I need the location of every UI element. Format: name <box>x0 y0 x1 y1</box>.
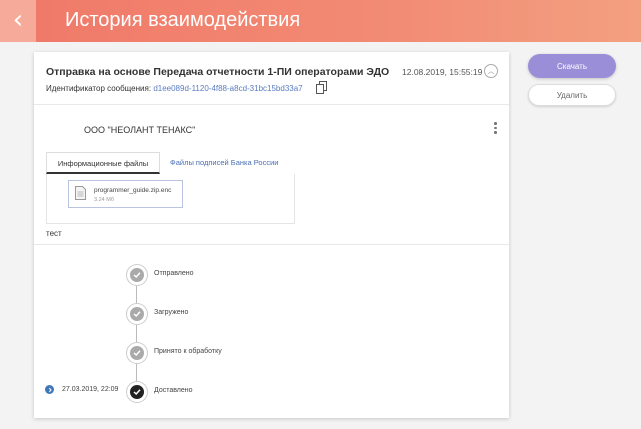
chevron-up-icon: ︿ <box>487 67 495 75</box>
file-size: 3.24 Мб <box>94 197 114 203</box>
timeline-line <box>136 274 137 392</box>
check-icon <box>127 265 147 285</box>
chevron-right-icon[interactable] <box>45 385 54 394</box>
more-options-icon[interactable] <box>494 122 498 136</box>
tab-info-files[interactable]: Информационные файлы <box>46 152 160 174</box>
message-card: Отправка на основе Передача отчетности 1… <box>34 52 509 418</box>
timeline-label: Отправлено <box>154 270 194 277</box>
back-button[interactable]: ‹ <box>0 0 36 42</box>
organization-name: ООО "НЕОЛАНТ ТЕНАКС" <box>84 125 196 135</box>
message-note: тест <box>46 229 62 238</box>
timeline-label: Принято к обработку <box>154 348 222 355</box>
copy-icon[interactable] <box>316 81 328 94</box>
file-card[interactable]: programmer_guide.zip.enc 3.24 Мб <box>68 180 183 208</box>
tab-panel: programmer_guide.zip.enc 3.24 Мб <box>46 174 295 224</box>
file-name: programmer_guide.zip.enc <box>94 187 172 194</box>
download-button[interactable]: Скачать <box>528 54 616 78</box>
timeline-step-delivered <box>127 382 147 402</box>
timeline-label: Загружено <box>154 309 189 316</box>
timeline-step-sent <box>127 265 147 285</box>
timeline-label: Доставлено <box>154 387 193 394</box>
timeline-date: 27.03.2019, 22:09 <box>62 386 119 393</box>
delete-button[interactable]: Удалить <box>528 84 616 106</box>
message-id: Идентификатор сообщения: d1ee089d-1120-4… <box>46 84 303 93</box>
header-bar: ‹ История взаимодействия <box>0 0 641 42</box>
collapse-button[interactable]: ︿ <box>484 64 498 78</box>
page-title: История взаимодействия <box>65 9 301 31</box>
divider <box>34 104 509 105</box>
timeline-step-accepted <box>127 343 147 363</box>
message-id-value: d1ee089d-1120-4f88-a8cd-31bc15bd33a7 <box>153 84 303 93</box>
message-id-label: Идентификатор сообщения: <box>46 84 152 93</box>
check-icon <box>127 382 147 402</box>
check-icon <box>127 343 147 363</box>
timeline-step-loaded <box>127 304 147 324</box>
message-date: 12.08.2019, 15:55:19 <box>402 67 483 77</box>
tabs: Информационные файлы Файлы подписей Банк… <box>46 152 295 174</box>
chevron-left-icon: ‹ <box>12 4 24 35</box>
check-icon <box>127 304 147 324</box>
file-icon <box>75 186 86 200</box>
divider <box>34 244 509 245</box>
message-title: Отправка на основе Передача отчетности 1… <box>46 66 390 78</box>
tab-signature-files[interactable]: Файлы подписей Банка России <box>170 152 278 174</box>
